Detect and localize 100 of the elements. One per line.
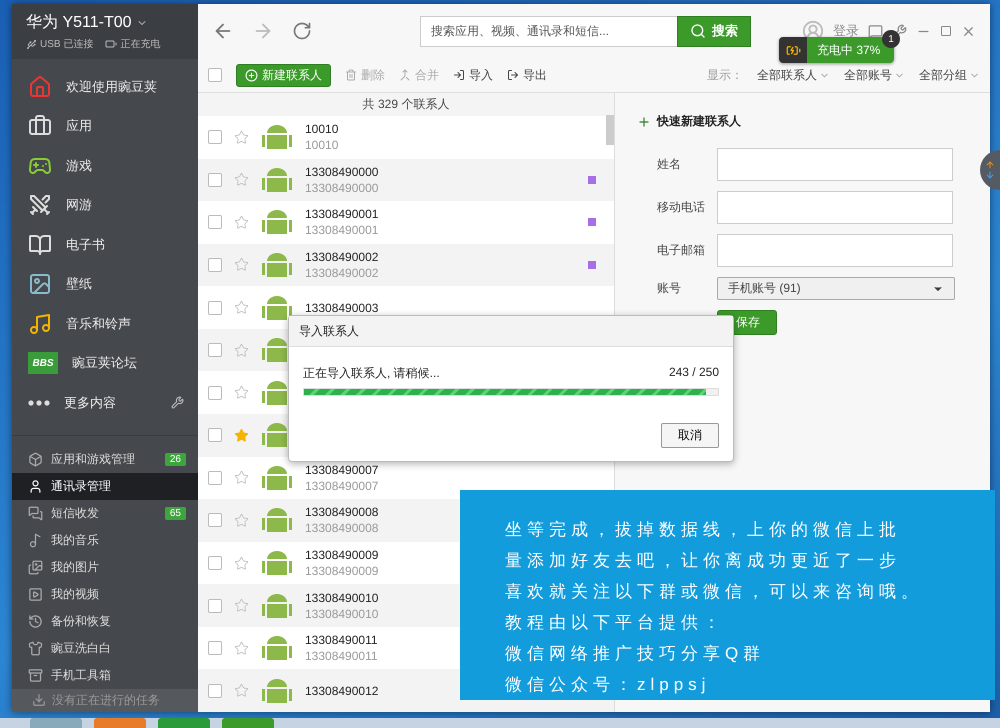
contact-name[interactable]: 13308490012 xyxy=(305,684,378,698)
sidebar-item[interactable]: 音乐和铃声 xyxy=(66,314,131,333)
row-checkbox[interactable] xyxy=(208,172,222,187)
row-checkbox[interactable] xyxy=(208,130,222,144)
contact-number: 13308490009 xyxy=(305,564,378,578)
field-label: 移动电话 xyxy=(657,199,706,216)
field-label: 电子邮箱 xyxy=(657,242,706,259)
down-arrow-icon[interactable] xyxy=(985,170,995,180)
star-icon[interactable] xyxy=(234,428,249,443)
note-text: 教程由以下平台提供： xyxy=(505,612,726,634)
star-icon[interactable] xyxy=(234,512,249,528)
sidebar-item[interactable]: 应用 xyxy=(66,117,92,136)
contact-name[interactable]: 13308490003 xyxy=(305,300,378,315)
scrollbar[interactable] xyxy=(606,115,614,145)
more-icon xyxy=(28,400,50,406)
note-text: 坐等完成，拔掉数据线，上你的微信上批 xyxy=(505,519,902,541)
star-icon[interactable] xyxy=(234,598,249,614)
up-arrow-icon[interactable] xyxy=(985,160,995,170)
star-icon[interactable] xyxy=(234,172,249,188)
account-select[interactable]: 手机账号 (91) xyxy=(717,277,955,300)
star-icon[interactable] xyxy=(234,300,249,316)
quick-add-title[interactable]: 快速新建联系人 xyxy=(657,113,741,130)
contact-name[interactable]: 13308490008 xyxy=(305,505,378,520)
row-checkbox[interactable] xyxy=(208,470,222,485)
sidebar-item[interactable]: 游戏 xyxy=(66,156,92,175)
filter-dropdown[interactable]: 全部分组 xyxy=(919,66,967,84)
star-icon[interactable] xyxy=(234,257,249,272)
sidebar-item[interactable]: 手机工具箱 xyxy=(12,662,198,688)
user-icon xyxy=(28,478,43,494)
row-checkbox[interactable] xyxy=(208,343,222,358)
cancel-button[interactable]: 取消 xyxy=(661,423,719,448)
contact-name[interactable]: 13308490009 xyxy=(305,548,378,562)
star-icon[interactable] xyxy=(234,556,249,571)
sidebar-item[interactable]: 网游 xyxy=(66,196,92,214)
sidebar-item[interactable]: 备份和恢复 xyxy=(12,608,198,634)
select-all-checkbox[interactable] xyxy=(208,68,222,82)
sidebar-item[interactable]: 更多内容 xyxy=(64,394,116,412)
row-checkbox[interactable] xyxy=(208,215,222,230)
input-field[interactable] xyxy=(717,234,953,267)
sidebar-item[interactable]: 通讯录管理 xyxy=(12,472,198,500)
input-field[interactable] xyxy=(717,191,953,224)
export-icon xyxy=(507,69,519,81)
android-icon xyxy=(261,676,293,705)
star-icon[interactable] xyxy=(234,470,249,486)
row-checkbox[interactable] xyxy=(208,300,222,315)
toolbox-icon xyxy=(28,668,43,682)
contact-name[interactable]: 13308490007 xyxy=(305,462,378,477)
row-checkbox[interactable] xyxy=(208,428,222,442)
charging-status: 正在充电 xyxy=(120,38,160,51)
toolbar-action[interactable]: 导出 xyxy=(523,66,547,84)
note-text: 微信公众号：zlppsj xyxy=(505,674,712,696)
sidebar-item[interactable]: 豌豆洗白白 xyxy=(12,634,198,662)
sidebar-item[interactable]: 我的图片 xyxy=(12,554,198,580)
device-name[interactable]: 华为 Y511-T00 xyxy=(26,12,132,33)
row-checkbox[interactable] xyxy=(208,598,222,613)
wrench-icon[interactable] xyxy=(171,396,184,410)
row-checkbox[interactable] xyxy=(208,684,222,698)
star-icon[interactable] xyxy=(234,640,249,656)
filter-dropdown[interactable]: 全部账号 xyxy=(844,66,892,84)
android-icon xyxy=(261,208,293,236)
sidebar-item[interactable]: 欢迎使用豌豆荚 xyxy=(66,78,157,96)
row-checkbox[interactable] xyxy=(208,386,222,400)
contact-number: 13308490011 xyxy=(305,649,378,664)
row-checkbox[interactable] xyxy=(208,513,222,528)
row-checkbox[interactable] xyxy=(208,641,222,656)
sidebar-item[interactable]: 我的音乐 xyxy=(12,526,198,554)
sidebar-item[interactable]: 壁纸 xyxy=(66,275,92,294)
note-text: 喜欢就关注以下群或微信，可以来咨询哦。 xyxy=(505,581,924,603)
row-checkbox[interactable] xyxy=(208,258,222,272)
android-icon xyxy=(261,634,293,662)
search-button[interactable]: 搜索 xyxy=(677,16,751,46)
images-icon xyxy=(28,560,43,574)
star-icon[interactable] xyxy=(234,214,249,230)
sidebar-item[interactable]: 短信收发 65 xyxy=(12,500,198,526)
star-icon[interactable] xyxy=(234,385,249,400)
maximize-icon[interactable] xyxy=(940,25,952,37)
contact-name[interactable]: 10010 xyxy=(305,122,338,136)
contact-name[interactable]: 13308490001 xyxy=(305,207,378,222)
sidebar-item[interactable]: 我的视频 xyxy=(12,580,198,608)
sidebar-item[interactable]: 应用和游戏管理 26 xyxy=(12,446,198,472)
dialog-message: 正在导入联系人, 请稍候... xyxy=(303,365,440,382)
contact-name[interactable]: 13308490000 xyxy=(305,164,378,179)
contact-name[interactable]: 13308490011 xyxy=(305,633,378,648)
music-icon xyxy=(28,312,52,336)
star-icon[interactable] xyxy=(234,130,249,145)
new-contact-button[interactable]: 新建联系人 xyxy=(236,64,331,86)
star-icon[interactable] xyxy=(234,342,249,358)
contact-name[interactable]: 13308490010 xyxy=(305,590,378,605)
input-field[interactable] xyxy=(717,148,953,181)
sidebar-item[interactable]: 电子书 xyxy=(66,236,105,254)
star-icon[interactable] xyxy=(234,683,249,698)
search-field[interactable]: 搜索应用、视频、通讯录和短信... xyxy=(420,16,677,46)
contact-name[interactable]: 13308490002 xyxy=(305,250,378,264)
toolbar-action[interactable]: 导入 xyxy=(469,66,493,84)
row-checkbox[interactable] xyxy=(208,556,222,570)
filter-dropdown[interactable]: 全部联系人 xyxy=(757,66,817,84)
sidebar-item[interactable]: 豌豆荚论坛 xyxy=(72,354,137,372)
refresh-icon[interactable] xyxy=(292,21,312,41)
message-icon[interactable] xyxy=(868,24,883,38)
contact-number: 13308490002 xyxy=(305,266,378,280)
